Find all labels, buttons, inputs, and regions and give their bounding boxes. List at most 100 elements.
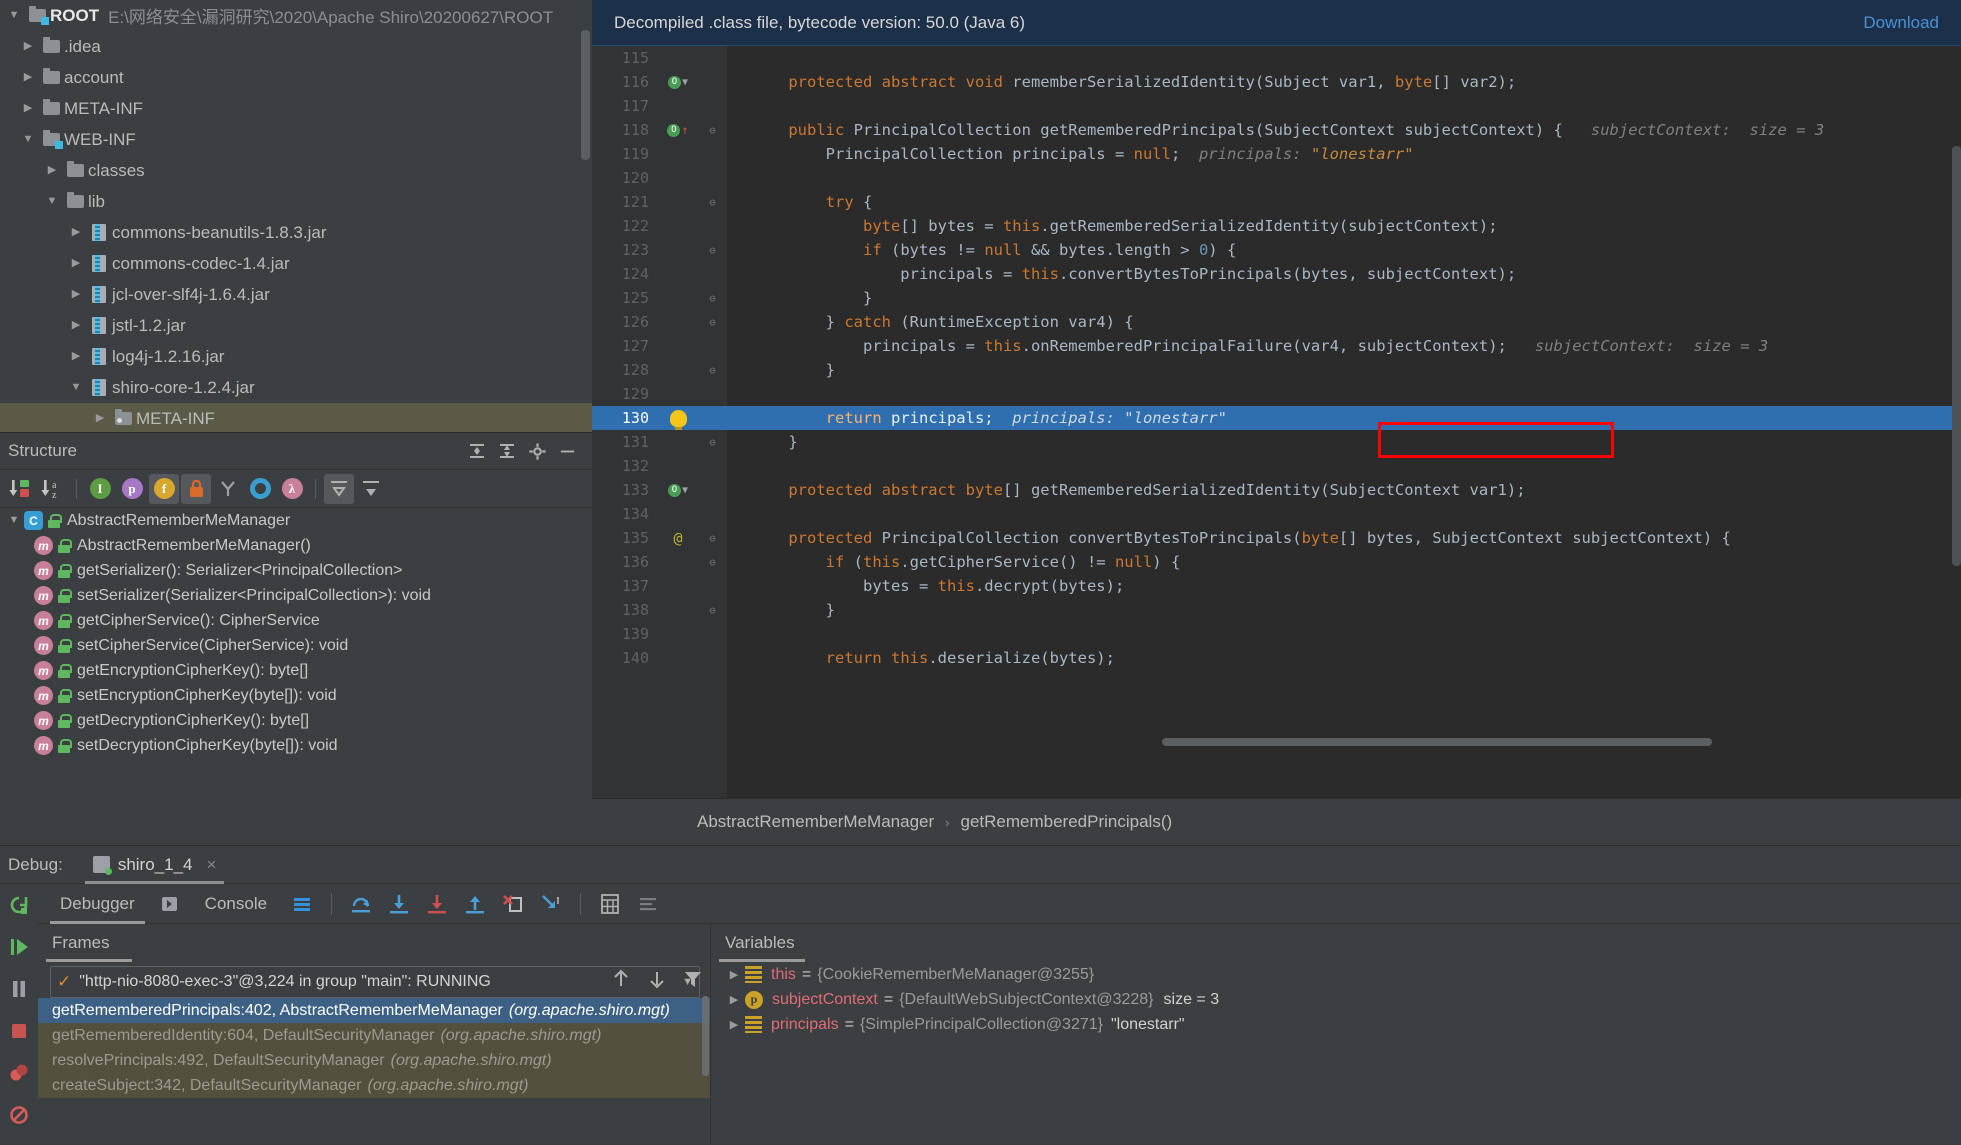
- sort-by-visibility-icon[interactable]: [6, 474, 36, 504]
- structure-toolbar[interactable]: az I p f λ: [0, 470, 592, 508]
- stop-icon[interactable]: [6, 1018, 32, 1044]
- code-line[interactable]: 127 principals = this.onRememberedPrinci…: [592, 334, 1961, 358]
- editor-vertical-scrollbar[interactable]: [1952, 146, 1961, 566]
- variables-list[interactable]: ▶ this = {CookieRememberMeManager@3255} ▶ p su…: [711, 962, 1961, 1037]
- fold-close-icon[interactable]: ⊖: [698, 364, 727, 377]
- code-line[interactable]: 118 O ↑ ⊖ public PrincipalCollection getRem…: [592, 118, 1961, 142]
- fold-open-icon[interactable]: ⊖: [698, 316, 727, 329]
- structure-item[interactable]: C AbstractRememberMeManager: [0, 508, 592, 533]
- evaluate-expression-icon[interactable]: [593, 887, 627, 921]
- tree-row[interactable]: META-INF: [0, 93, 592, 124]
- tree-row[interactable]: META-INF: [0, 403, 592, 432]
- code-line[interactable]: 123 ⊖ if (bytes != null && bytes.length >…: [592, 238, 1961, 262]
- code-viewport[interactable]: 115 116 O ▼ protected abstract void remembe…: [592, 46, 1961, 798]
- chevron-right-icon[interactable]: ▶: [723, 993, 745, 1006]
- breadcrumb-method[interactable]: getRememberedPrincipals(): [961, 812, 1173, 832]
- collapse-all-icon[interactable]: [356, 474, 386, 504]
- chevron-right-icon[interactable]: [42, 165, 62, 176]
- variable-row[interactable]: ▶ p subjectContext = {DefaultWebSubjectConte…: [711, 987, 1961, 1012]
- method-override-down-icon[interactable]: O ▼: [658, 75, 698, 89]
- method-override-down-icon[interactable]: O ▼: [658, 483, 698, 497]
- fold-close-icon[interactable]: ⊖: [698, 436, 727, 449]
- code-line[interactable]: 116 O ▼ protected abstract void rememberSe…: [592, 70, 1961, 94]
- fold-open-icon[interactable]: ⊖: [698, 556, 727, 569]
- chevron-right-icon[interactable]: [66, 289, 86, 300]
- gear-icon[interactable]: [522, 438, 552, 464]
- breadcrumb-class[interactable]: AbstractRememberMeManager: [697, 812, 934, 832]
- chevron-down-icon[interactable]: [42, 196, 62, 207]
- resume-program-icon[interactable]: [6, 934, 32, 960]
- close-icon[interactable]: ×: [207, 855, 217, 875]
- chevron-right-icon[interactable]: [66, 227, 86, 238]
- sort-alphabetically-icon[interactable]: az: [38, 474, 68, 504]
- frame-row[interactable]: resolvePrincipals:492, DefaultSecurityMa…: [38, 1048, 710, 1073]
- download-sources-link[interactable]: Download: [1863, 13, 1939, 33]
- code-line[interactable]: 117: [592, 94, 1961, 118]
- structure-item[interactable]: m getDecryptionCipherKey(): byte[]: [0, 708, 592, 733]
- structure-item[interactable]: m setSerializer(Serializer<PrincipalColle…: [0, 583, 592, 608]
- structure-tree[interactable]: C AbstractRememberMeManager m AbstractRemem…: [0, 508, 592, 843]
- debug-session-tab[interactable]: shiro_1_4 ×: [84, 846, 225, 884]
- code-line-current[interactable]: 130 return principals; principals: "lone…: [592, 406, 1961, 430]
- console-expand-icon[interactable]: [153, 887, 187, 921]
- tree-row[interactable]: lib: [0, 186, 592, 217]
- chevron-right-icon[interactable]: ▶: [723, 1018, 745, 1031]
- structure-item[interactable]: m setCipherService(CipherService): void: [0, 633, 592, 658]
- collapse-all-icon[interactable]: [492, 438, 522, 464]
- code-line[interactable]: 125 ⊖ }: [592, 286, 1961, 310]
- chevron-down-icon[interactable]: [4, 10, 24, 21]
- show-anonymous-classes-icon[interactable]: [245, 474, 275, 504]
- breadcrumb[interactable]: AbstractRememberMeManager › getRemembere…: [592, 798, 1961, 845]
- code-line[interactable]: 128 ⊖ }: [592, 358, 1961, 382]
- code-line[interactable]: 126 ⊖ } catch (RuntimeException var4) {: [592, 310, 1961, 334]
- hide-panel-icon[interactable]: [552, 438, 582, 464]
- code-line[interactable]: 139: [592, 622, 1961, 646]
- tree-row[interactable]: jstl-1.2.jar: [0, 310, 592, 341]
- fold-close-icon[interactable]: ⊖: [698, 604, 727, 617]
- frame-row[interactable]: createSubject:342, DefaultSecurityManage…: [38, 1073, 710, 1098]
- structure-item[interactable]: m getSerializer(): Serializer<PrincipalCo…: [0, 558, 592, 583]
- intention-bulb-icon[interactable]: [658, 409, 698, 430]
- tree-row[interactable]: WEB-INF: [0, 124, 592, 155]
- debug-side-rail[interactable]: [0, 884, 38, 1145]
- tree-row[interactable]: .idea: [0, 31, 592, 62]
- fold-open-icon[interactable]: ⊖: [698, 532, 727, 545]
- fold-close-icon[interactable]: ⊖: [698, 292, 727, 305]
- tree-row[interactable]: shiro-core-1.2.4.jar: [0, 372, 592, 403]
- code-line[interactable]: 122 byte[] bytes = this.getRememberedSer…: [592, 214, 1961, 238]
- tree-row[interactable]: commons-beanutils-1.8.3.jar: [0, 217, 592, 248]
- tab-console[interactable]: Console: [191, 884, 281, 924]
- show-lambdas-icon[interactable]: λ: [277, 474, 307, 504]
- step-into-icon[interactable]: [382, 887, 416, 921]
- tree-row[interactable]: classes: [0, 155, 592, 186]
- tab-debugger[interactable]: Debugger: [46, 884, 149, 924]
- structure-item[interactable]: m setDecryptionCipherKey(byte[]): void: [0, 733, 592, 758]
- tree-row-root[interactable]: ROOT E:\网络安全\漏洞研究\2020\Apache Shiro\2020…: [0, 0, 592, 31]
- project-scrollbar[interactable]: [581, 30, 590, 160]
- frame-row[interactable]: getRememberedPrincipals:402, AbstractRem…: [38, 998, 710, 1023]
- pause-program-icon[interactable]: [6, 976, 32, 1002]
- show-non-public-icon[interactable]: [181, 473, 211, 504]
- structure-item[interactable]: m getCipherService(): CipherService: [0, 608, 592, 633]
- rerun-icon[interactable]: [6, 892, 32, 918]
- annotation-icon[interactable]: @: [658, 529, 698, 547]
- tree-row[interactable]: jcl-over-slf4j-1.6.4.jar: [0, 279, 592, 310]
- editor-horizontal-scrollbar[interactable]: [1162, 738, 1712, 746]
- chevron-right-icon[interactable]: [18, 72, 38, 83]
- chevron-right-icon[interactable]: [66, 258, 86, 269]
- view-breakpoints-icon[interactable]: [6, 1060, 32, 1086]
- code-line[interactable]: 133 O ▼ protected abstract byte[] getRemem…: [592, 478, 1961, 502]
- settings-icon[interactable]: [631, 887, 665, 921]
- code-line[interactable]: 129: [592, 382, 1961, 406]
- variables-panel[interactable]: Variables ▶ this = {CookieRememberMeManager…: [710, 924, 1961, 1145]
- variable-row[interactable]: ▶ principals = {SimplePrincipalCollection@3…: [711, 1012, 1961, 1037]
- project-tool-window[interactable]: ROOT E:\网络安全\漏洞研究\2020\Apache Shiro\2020…: [0, 0, 592, 432]
- variable-row[interactable]: ▶ this = {CookieRememberMeManager@3255}: [711, 962, 1961, 987]
- code-line[interactable]: 119 PrincipalCollection principals = nul…: [592, 142, 1961, 166]
- drop-frame-icon[interactable]: [496, 887, 530, 921]
- show-execution-point-icon[interactable]: [285, 887, 319, 921]
- fold-open-icon[interactable]: ⊖: [698, 196, 727, 209]
- chevron-down-icon[interactable]: [18, 134, 38, 145]
- frames-toolbar[interactable]: [610, 962, 704, 1000]
- fold-open-icon[interactable]: ⊖: [698, 124, 727, 137]
